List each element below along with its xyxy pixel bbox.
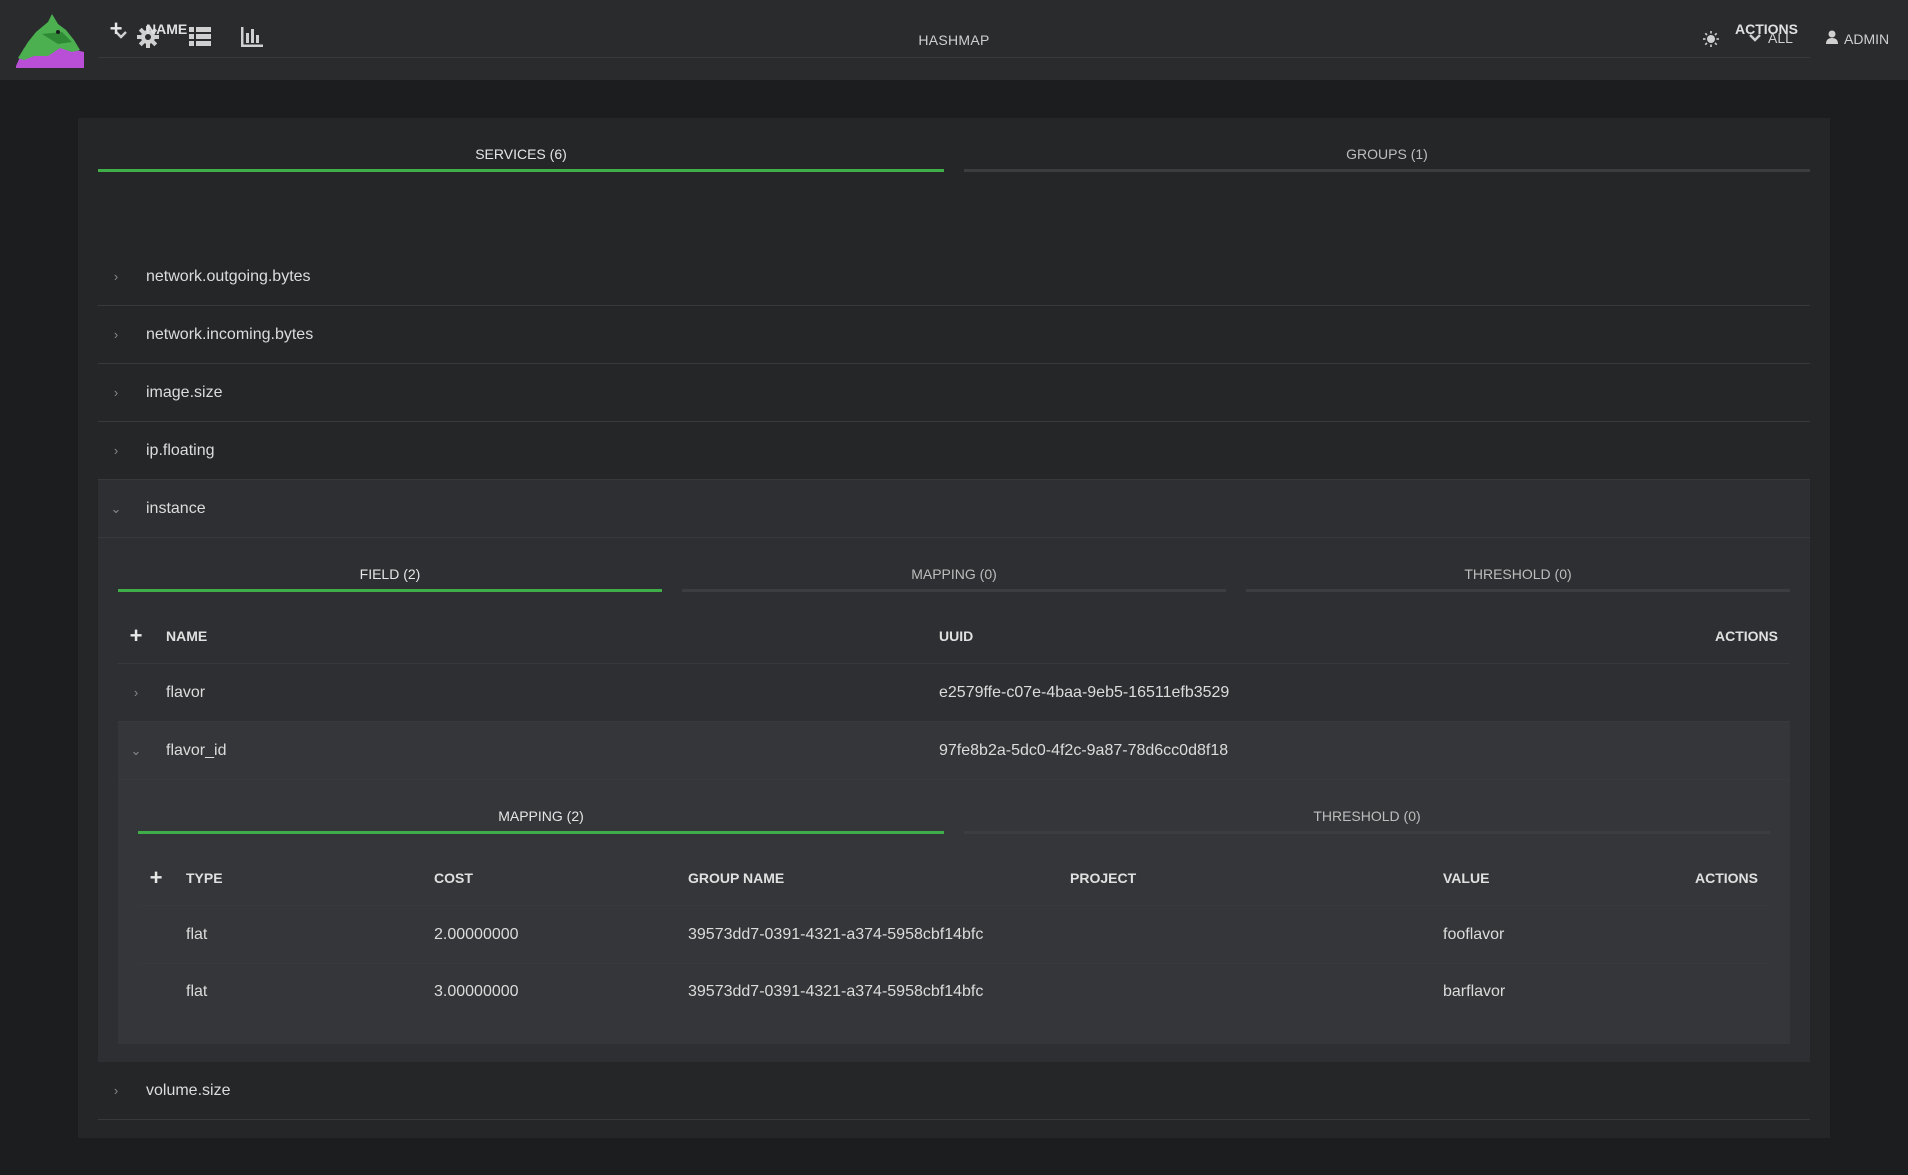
chevron-right-icon[interactable]: › <box>106 443 126 458</box>
tab-mapping-label: MAPPING (0) <box>911 566 997 582</box>
service-name: volume.size <box>146 1081 231 1099</box>
table-row[interactable]: › network.incoming.bytes <box>98 306 1810 364</box>
tab-threshold-label: THRESHOLD (0) <box>1464 566 1572 582</box>
chevron-right-icon[interactable]: › <box>106 269 126 284</box>
table-row[interactable]: › network.outgoing.bytes <box>98 248 1810 306</box>
tab-indicator <box>682 589 1226 592</box>
tab-services-label: SERVICES (6) <box>475 146 567 162</box>
field-table-header: + NAME UUID ACTIONS <box>118 608 1790 664</box>
col-cost-header: COST <box>434 869 473 886</box>
table-row[interactable]: › volume.size <box>98 1062 1810 1120</box>
service-name: ip.floating <box>146 441 215 459</box>
mapping-value: barflavor <box>1443 983 1506 1000</box>
mapping-cost: 3.00000000 <box>434 983 519 1000</box>
col-actions-header: ACTIONS <box>1715 627 1778 644</box>
chevron-right-icon[interactable]: › <box>106 385 126 400</box>
service-name: network.outgoing.bytes <box>146 267 311 285</box>
mapping-group: 39573dd7-0391-4321-a374-5958cbf14bfc <box>688 925 984 943</box>
col-actions-header: ACTIONS <box>1695 869 1758 886</box>
instance-tabs: FIELD (2) MAPPING (0) THRESHOLD (0) <box>118 538 1790 592</box>
tab-groups[interactable]: GROUPS (1) <box>964 118 1810 172</box>
tab-threshold[interactable]: THRESHOLD (0) <box>1246 538 1790 592</box>
tab-groups-label: GROUPS (1) <box>1346 146 1428 162</box>
field-name: flavor_id <box>166 741 227 759</box>
chevron-down-icon[interactable]: ⌄ <box>106 501 126 517</box>
chevron-right-icon[interactable]: › <box>126 685 146 700</box>
chevron-down-icon[interactable]: ⌄ <box>126 743 146 759</box>
mapping-table-header: + TYPE COST GROUP NAME PROJECT VALUE ACT… <box>138 850 1770 906</box>
services-tabs: SERVICES (6) GROUPS (1) <box>98 118 1810 172</box>
mapping-group: 39573dd7-0391-4321-a374-5958cbf14bfc <box>688 983 984 1000</box>
table-row[interactable]: › flavor e2579ffe-c07e-4baa-9eb5-16511ef… <box>118 664 1790 722</box>
tab-indicator <box>98 169 944 172</box>
tab-threshold[interactable]: THRESHOLD (0) <box>964 780 1770 834</box>
add-mapping-icon[interactable]: + <box>146 866 166 888</box>
service-name: image.size <box>146 383 223 401</box>
field-uuid: e2579ffe-c07e-4baa-9eb5-16511efb3529 <box>939 683 1230 701</box>
col-type-header: TYPE <box>186 869 223 886</box>
tab-indicator <box>1246 589 1790 592</box>
user-menu[interactable]: ADMIN <box>1826 30 1889 47</box>
col-name-header: NAME <box>166 627 208 644</box>
tab-indicator <box>964 831 1770 834</box>
services-table-header: + NAME ACTIONS <box>98 0 1810 58</box>
service-name: instance <box>146 499 206 517</box>
user-label: ADMIN <box>1844 30 1890 47</box>
tab-field-label: FIELD (2) <box>359 566 421 582</box>
add-service-icon[interactable]: + <box>106 17 126 39</box>
mapping-type: flat <box>186 925 208 943</box>
flavor-id-tabs: MAPPING (2) THRESHOLD (0) <box>138 780 1770 834</box>
tab-services[interactable]: SERVICES (6) <box>98 118 944 172</box>
table-row[interactable]: flat 3.00000000 39573dd7-0391-4321-a374-… <box>138 964 1770 1020</box>
service-name: network.incoming.bytes <box>146 325 314 343</box>
table-row[interactable]: ⌄ flavor_id 97fe8b2a-5dc0-4f2c-9a87-78d6… <box>118 722 1790 780</box>
field-name: flavor <box>166 683 206 701</box>
col-project-header: PROJECT <box>1070 869 1137 886</box>
tab-field[interactable]: FIELD (2) <box>118 538 662 592</box>
col-name-header: NAME <box>146 20 188 37</box>
col-value-header: VALUE <box>1443 869 1490 886</box>
chevron-right-icon[interactable]: › <box>106 1083 126 1098</box>
table-row[interactable]: flat 2.00000000 39573dd7-0391-4321-a374-… <box>138 906 1770 964</box>
mapping-cost: 2.00000000 <box>434 925 519 943</box>
tab-indicator <box>118 589 662 592</box>
mapping-type: flat <box>186 983 208 1000</box>
tab-indicator <box>964 169 1810 172</box>
col-actions-header: ACTIONS <box>1735 20 1798 37</box>
add-field-icon[interactable]: + <box>126 624 146 646</box>
tab-indicator <box>138 831 944 834</box>
col-uuid-header: UUID <box>939 627 974 644</box>
chevron-right-icon[interactable]: › <box>106 327 126 342</box>
user-icon <box>1826 30 1838 47</box>
field-uuid: 97fe8b2a-5dc0-4f2c-9a87-78d6cc0d8f18 <box>939 741 1229 759</box>
main-panel: SERVICES (6) GROUPS (1) + NAME ACTIONS ›… <box>78 17 1830 1138</box>
table-row[interactable]: › image.size <box>98 364 1810 422</box>
col-group-header: GROUP NAME <box>688 869 785 886</box>
table-row[interactable]: ⌄ instance <box>98 480 1810 538</box>
tab-mapping[interactable]: MAPPING (0) <box>682 538 1226 592</box>
tab-threshold-label: THRESHOLD (0) <box>1313 808 1421 824</box>
mapping-value: fooflavor <box>1443 925 1505 943</box>
tab-mapping[interactable]: MAPPING (2) <box>138 780 944 834</box>
table-row[interactable]: › ip.floating <box>98 422 1810 480</box>
tab-mapping-label: MAPPING (2) <box>498 808 584 824</box>
